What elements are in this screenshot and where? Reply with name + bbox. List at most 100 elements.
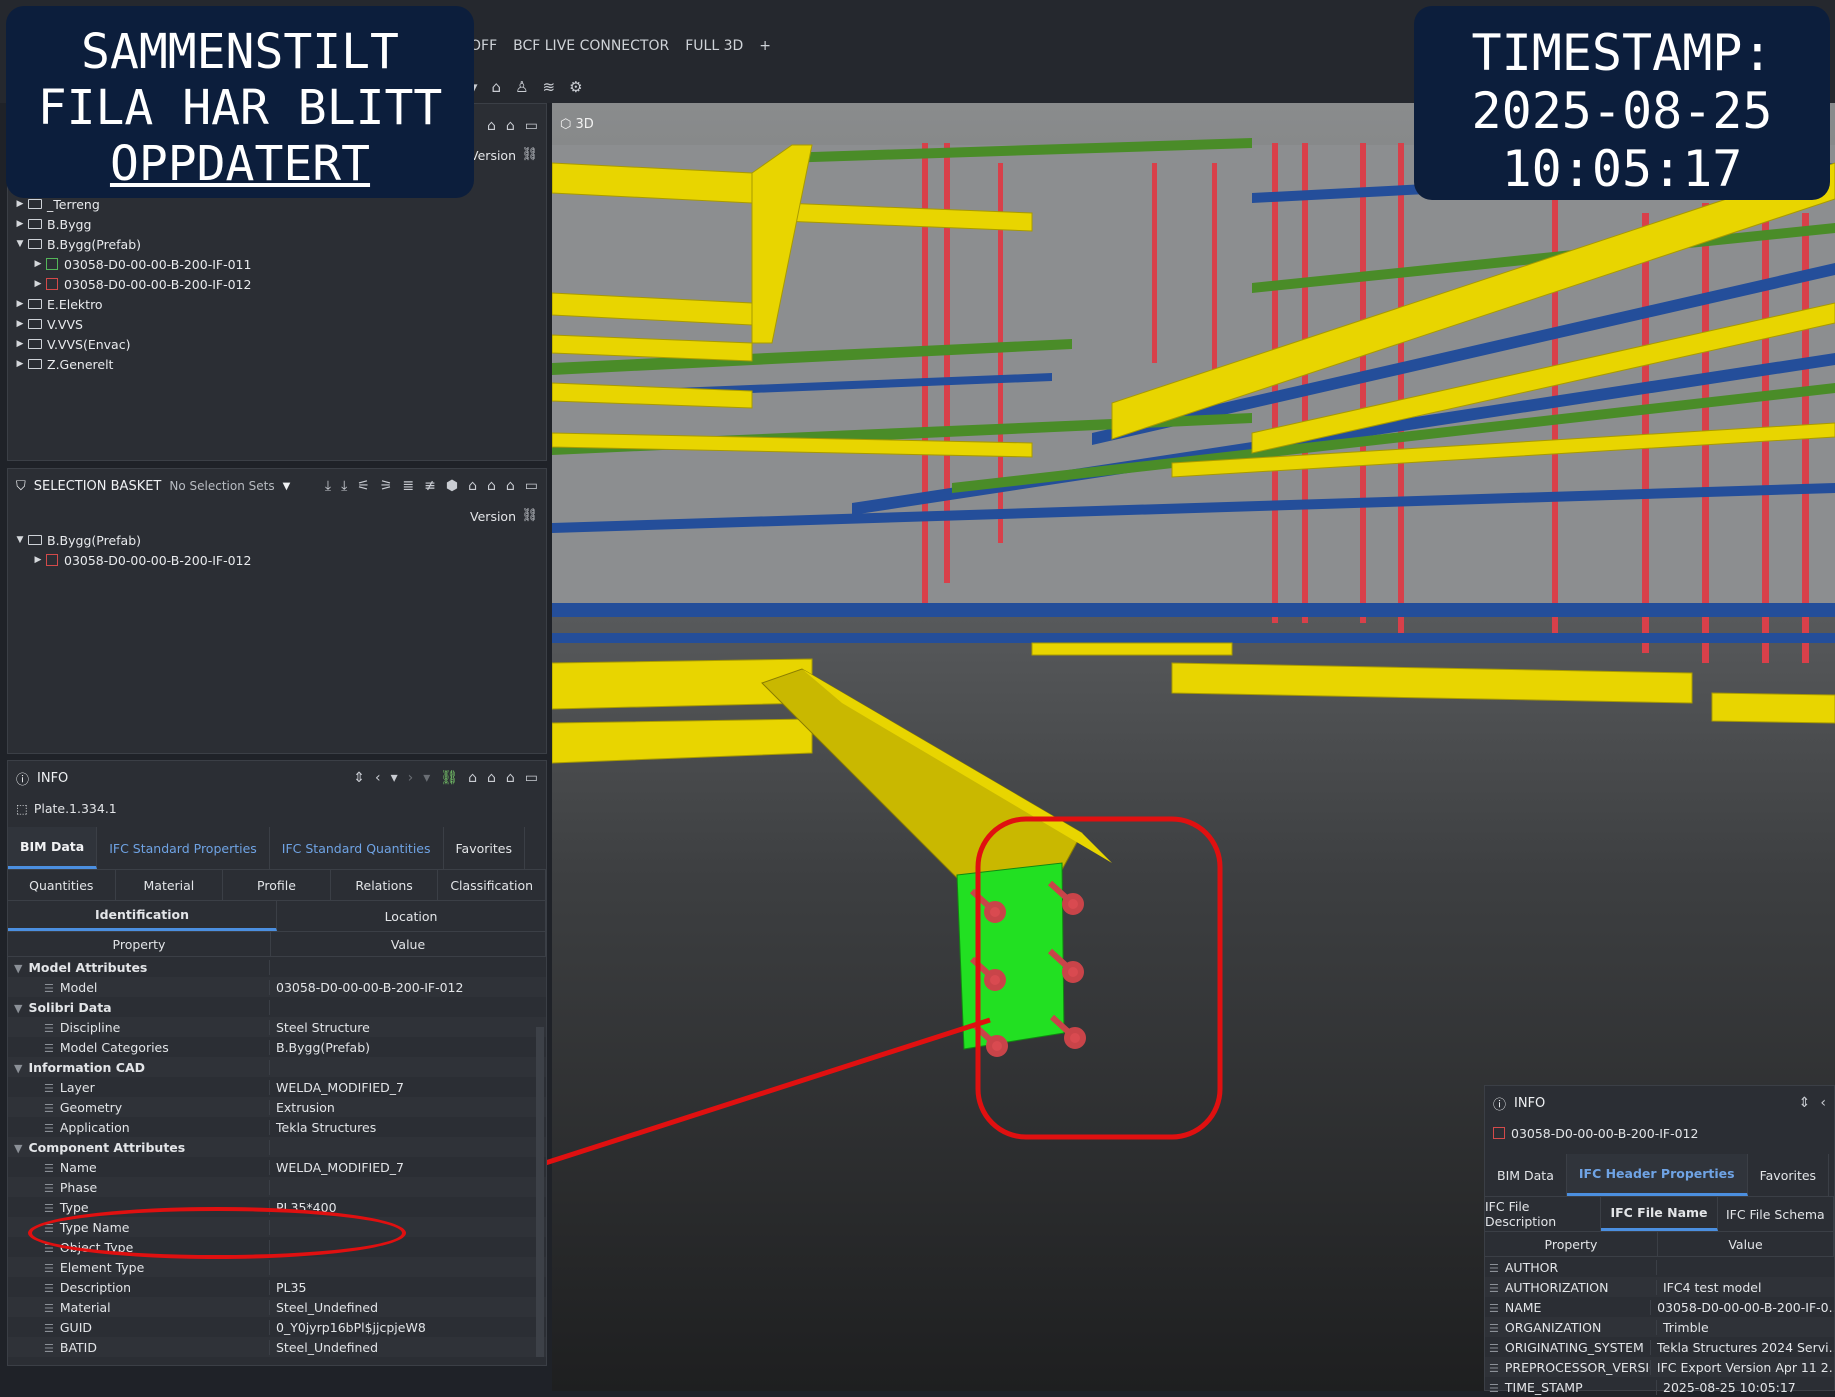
scrollbar[interactable] xyxy=(536,1027,544,1357)
table-row[interactable]: ▼ Information CAD xyxy=(8,1057,546,1077)
collapsed-caret-icon[interactable]: ▶ xyxy=(30,259,46,269)
table-row[interactable]: ☰ BATID Steel_Undefined xyxy=(8,1337,546,1357)
subtab-identification[interactable]: Identification xyxy=(8,901,277,931)
tab-ifc-standard-properties[interactable]: IFC Standard Properties xyxy=(97,827,270,869)
property-column-header[interactable]: Property xyxy=(1485,1232,1658,1256)
stack-icon[interactable]: ≣ xyxy=(402,478,414,494)
download-alt-icon[interactable]: ⤓ xyxy=(341,478,347,494)
bag-remove-icon[interactable]: ⌂ xyxy=(506,770,515,786)
back-icon[interactable]: ‹ xyxy=(375,770,381,786)
table-row[interactable]: ☰ AUTHORIZATION IFC4 test model xyxy=(1485,1277,1834,1297)
subtab-ifc-file-name[interactable]: IFC File Name xyxy=(1601,1197,1718,1231)
table-row[interactable]: ☰ Material Steel_Undefined xyxy=(8,1297,546,1317)
table-row[interactable]: ☰ Element Type xyxy=(8,1257,546,1277)
table-row[interactable]: ☰ ORGANIZATION Trimble xyxy=(1485,1317,1834,1337)
menu-item-full-3d[interactable]: FULL 3D xyxy=(685,38,743,54)
table-row[interactable]: ☰ NAME 03058-D0-00-00-B-200-IF-0... xyxy=(1485,1297,1834,1317)
link-icon[interactable]: ⛓ xyxy=(521,508,538,523)
subtab-material[interactable]: Material xyxy=(116,870,224,900)
table-row[interactable]: ☰ AUTHOR xyxy=(1485,1257,1834,1277)
table-row[interactable]: ☰ Geometry Extrusion xyxy=(8,1097,546,1117)
table-row[interactable]: ☰ Phase xyxy=(8,1177,546,1197)
link-icon[interactable]: ⛓ xyxy=(521,147,538,162)
tree-icon[interactable]: ⚞ xyxy=(380,478,393,494)
tab-bim-data[interactable]: BIM Data xyxy=(8,827,98,869)
collapsed-caret-icon[interactable]: ▶ xyxy=(12,359,28,369)
tab-ifc-standard-quantities[interactable]: IFC Standard Quantities xyxy=(270,827,444,869)
tab-favorites[interactable]: Favorites xyxy=(1748,1154,1830,1196)
sort-icon[interactable]: ⇕ xyxy=(353,770,365,786)
menu-item-off[interactable]: OFF xyxy=(470,38,497,54)
table-row[interactable]: ▼ Solibri Data xyxy=(8,997,546,1017)
expanded-caret-icon[interactable]: ▼ xyxy=(12,535,28,545)
table-row[interactable]: ☰ Layer WELDA_MODIFIED_7 xyxy=(8,1077,546,1097)
tree-item[interactable]: ▶ 03058-D0-00-00-B-200-IF-012 xyxy=(12,274,542,294)
table-row[interactable]: ☰ Model 03058-D0-00-00-B-200-IF-012 xyxy=(8,977,546,997)
collapsed-caret-icon[interactable]: ▶ xyxy=(30,279,46,289)
table-row[interactable]: ☰ ORIGINATING_SYSTEM Tekla Structures 2024… xyxy=(1485,1337,1834,1357)
collapsed-caret-icon[interactable]: ▶ xyxy=(12,339,28,349)
collapsed-caret-icon[interactable]: ▶ xyxy=(30,555,46,565)
value-column-header[interactable]: Value xyxy=(1658,1232,1834,1256)
table-row[interactable]: ☰ GUID 0_Y0jyrp16bPl$jjcpjeW8 xyxy=(8,1317,546,1337)
tree-item[interactable]: ▶ V.VVS xyxy=(12,314,542,334)
table-row[interactable]: ☰ TIME_STAMP 2025-08-25 10:05:17 xyxy=(1485,1377,1834,1397)
table-row[interactable]: ☰ Name WELDA_MODIFIED_7 xyxy=(8,1157,546,1177)
version-column-header[interactable]: Version xyxy=(470,148,516,163)
table-row[interactable]: ☰ Model Categories B.Bygg(Prefab) xyxy=(8,1037,546,1057)
collapsed-caret-icon[interactable]: ▶ xyxy=(12,319,28,329)
chevron-down-icon[interactable]: ▾ xyxy=(391,770,398,786)
collapsed-caret-icon[interactable]: ▶ xyxy=(12,299,28,309)
tab-favorites[interactable]: Favorites xyxy=(444,827,525,869)
table-row[interactable]: ☰ Discipline Steel Structure xyxy=(8,1017,546,1037)
collapsed-caret-icon[interactable]: ▶ xyxy=(12,219,28,229)
value-column-header[interactable]: Value xyxy=(271,932,546,956)
tree-item[interactable]: ▶ 03058-D0-00-00-B-200-IF-012 xyxy=(12,550,542,570)
subtab-profile[interactable]: Profile xyxy=(223,870,331,900)
cube-select-icon[interactable]: ⬢ xyxy=(446,478,458,494)
version-column-header[interactable]: Version xyxy=(470,509,516,524)
subtab-classification[interactable]: Classification xyxy=(438,870,546,900)
table-row[interactable]: ▼ Component Attributes xyxy=(8,1137,546,1157)
building-icon[interactable]: ⌂ xyxy=(492,78,502,96)
window-icon[interactable]: ▭ xyxy=(525,118,538,134)
link-icon[interactable]: ⛓ xyxy=(440,770,458,786)
subtab-ifc-file-description[interactable]: IFC File Description xyxy=(1485,1197,1602,1231)
add-tab-button[interactable]: + xyxy=(759,38,771,54)
window-icon[interactable]: ▭ xyxy=(525,770,538,786)
tab-bim-data[interactable]: BIM Data xyxy=(1485,1154,1567,1196)
bag-remove-icon[interactable]: ⌂ xyxy=(506,478,515,494)
person-layers-icon[interactable]: ♙ xyxy=(515,78,528,96)
subtab-quantities[interactable]: Quantities xyxy=(8,870,116,900)
chevron-down-icon[interactable]: ▾ xyxy=(423,770,430,786)
tree-item[interactable]: ▼ B.Bygg(Prefab) xyxy=(12,530,542,550)
bag-plus-icon[interactable]: ⌂ xyxy=(487,770,496,786)
table-row[interactable]: ▼ Model Attributes xyxy=(8,957,546,977)
stack-x-icon[interactable]: ≢ xyxy=(424,478,436,494)
collapse-icon[interactable]: ‹ xyxy=(1820,1095,1826,1111)
hierarchy-icon[interactable]: ⚟ xyxy=(357,478,370,494)
tree-item[interactable]: ▶ E.Elektro xyxy=(12,294,542,314)
tree-item[interactable]: ▶ B.Bygg xyxy=(12,214,542,234)
download-icon[interactable]: ⤓ xyxy=(325,478,331,494)
tree-item[interactable]: ▶ V.VVS(Envac) xyxy=(12,334,542,354)
tree-item[interactable]: ▶ Z.Generelt xyxy=(12,354,542,374)
property-column-header[interactable]: Property xyxy=(8,932,271,956)
table-row[interactable]: ☰ PREPROCESSOR_VERSION IFC Export Version … xyxy=(1485,1357,1834,1377)
chevron-down-icon[interactable]: ▼ xyxy=(283,481,291,492)
table-row[interactable]: ☰ Application Tekla Structures xyxy=(8,1117,546,1137)
sort-icon[interactable]: ⇕ xyxy=(1799,1095,1811,1111)
bag-plus-icon[interactable]: ⌂ xyxy=(487,478,496,494)
tree-item[interactable]: ▶ 03058-D0-00-00-B-200-IF-011 xyxy=(12,254,542,274)
tab-ifc-header-properties[interactable]: IFC Header Properties xyxy=(1566,1154,1748,1196)
bag-icon[interactable]: ⌂ xyxy=(468,770,477,786)
settings-cube-icon[interactable]: ⚙ xyxy=(569,78,582,96)
menu-item-bcf-live-connector[interactable]: BCF LIVE CONNECTOR xyxy=(513,38,669,54)
bag-check-icon[interactable]: ⌂ xyxy=(506,118,515,134)
bag-icon[interactable]: ⌂ xyxy=(487,118,496,134)
tree-item[interactable]: ▼ B.Bygg(Prefab) xyxy=(12,234,542,254)
table-row[interactable]: ☰ Description PL35 xyxy=(8,1277,546,1297)
window-icon[interactable]: ▭ xyxy=(525,478,538,494)
collapsed-caret-icon[interactable]: ▶ xyxy=(12,199,28,209)
selection-sets-dropdown[interactable]: No Selection Sets xyxy=(169,479,274,493)
